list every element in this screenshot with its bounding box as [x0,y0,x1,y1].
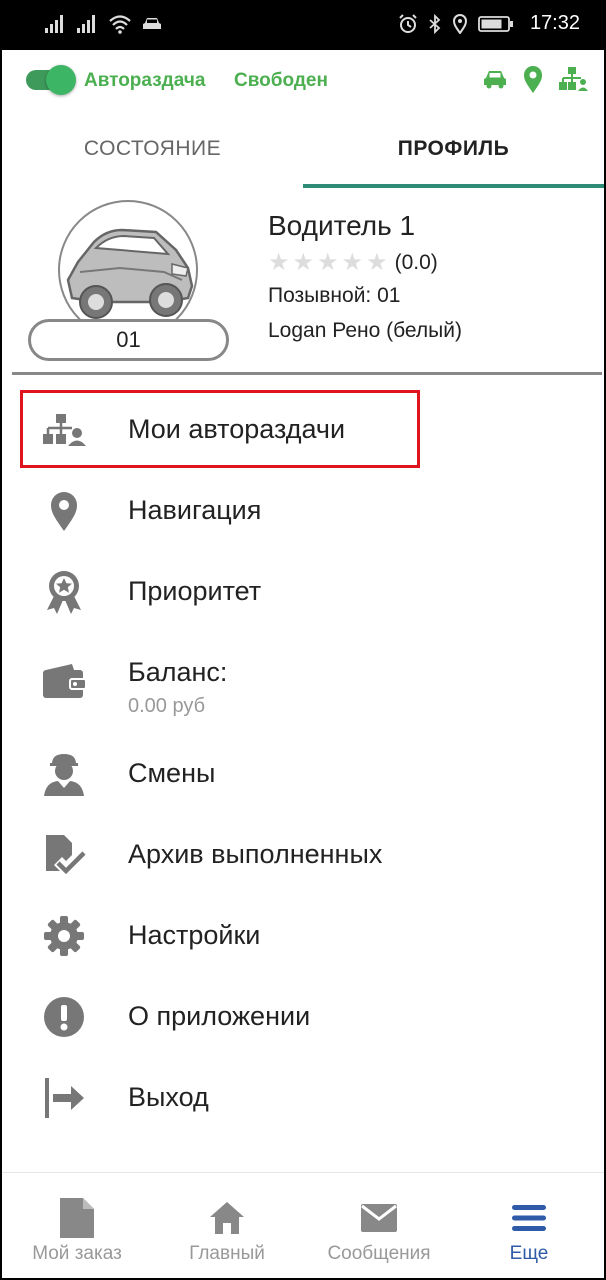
map-pin-icon[interactable] [522,64,544,94]
menu-icon [454,1197,604,1239]
alarm-icon [399,13,417,33]
menu-item-logout[interactable]: Выход [2,1056,604,1136]
tab-bar: СОСТОЯНИЕ ПРОФИЛЬ [2,110,604,188]
document-icon [2,1197,152,1239]
clock-time: 17:32 [529,12,580,34]
hierarchy-icon[interactable] [558,66,588,92]
profile-divider [12,372,602,375]
callsign-badge: 01 [28,319,229,361]
wifi-icon [109,15,131,34]
menu-item-shifts[interactable]: Смены [2,732,604,812]
driver-rating: ★ ★ ★ ★ ★ (0.0) [268,250,438,276]
star-icon: ★ [317,249,339,276]
location-pin-icon [42,489,86,533]
menu-label: Навигация [128,495,262,525]
driver-icon [42,752,86,796]
car-icon[interactable] [482,68,508,90]
wallet-icon [42,659,86,703]
menu-label: Выход [128,1082,209,1112]
menu-item-balance[interactable]: Баланс: 0.00 руб [2,631,604,731]
menu-label: О приложении [128,1001,311,1031]
signal-icon [45,15,63,33]
menu-item-archive[interactable]: Архив выполненных [2,813,604,893]
rating-value: (0.0) [394,251,438,274]
nav-label: Мой заказ [32,1243,122,1264]
archive-done-icon [42,833,86,877]
battery-icon [478,15,513,32]
nav-main[interactable]: Главный [152,1173,302,1278]
menu-label: Баланс: [128,657,228,687]
mail-icon [304,1197,454,1239]
nav-label: Сообщения [327,1243,431,1264]
bottom-navigation: Мой заказ Главный Сообщения Еще [2,1172,604,1278]
nav-my-order[interactable]: Мой заказ [2,1173,152,1278]
menu-label: Архив выполненных [128,839,383,869]
menu-label: Смены [128,758,216,788]
auto-distribution-toggle[interactable] [24,65,76,95]
tab-state[interactable]: СОСТОЯНИЕ [2,110,303,188]
star-icon: ★ [341,249,364,276]
menu-item-priority[interactable]: Приоритет [2,550,604,630]
driver-name: Водитель 1 [268,210,416,241]
menu-label: Настройки [128,920,261,950]
menu-item-about[interactable]: О приложении [2,975,604,1055]
nav-more[interactable]: Еще [454,1173,604,1278]
status-bar: 17:32 [2,2,604,50]
award-icon [42,570,86,614]
callsign-line: Позывной: 01 [268,284,401,307]
menu-label: Приоритет [128,576,262,606]
gear-icon [42,914,86,958]
tab-profile[interactable]: ПРОФИЛЬ [303,110,604,188]
car-status-icon [143,18,161,29]
bluetooth-icon [429,13,441,34]
home-icon [152,1197,302,1239]
top-icons [482,64,588,94]
star-icon: ★ [366,249,388,276]
info-exclamation-icon [42,995,86,1039]
nav-messages[interactable]: Сообщения [304,1173,454,1278]
nav-label: Главный [189,1243,265,1264]
car-model: Logan Рено (белый) [268,319,462,342]
driver-status-label[interactable]: Свободен [234,70,328,92]
toggle-knob [46,65,76,95]
app-screen: 17:32 Автораздача Свободен СОСТОЯНИЕ ПРО… [2,2,604,1278]
status-right: 17:32 [398,12,580,35]
profile-header: 01 Водитель 1 ★ ★ ★ ★ ★ (0.0) Позывной: … [2,188,604,374]
location-status-icon [452,13,467,34]
top-bar: Автораздача Свободен [2,50,604,110]
menu-item-navigation[interactable]: Навигация [2,469,604,549]
signal-icon [77,15,95,33]
auto-distribution-label: Автораздача [84,70,206,91]
star-icon: ★ [292,249,315,276]
nav-label: Еще [509,1243,549,1264]
balance-amount: 0.00 руб [128,695,206,717]
menu-item-settings[interactable]: Настройки [2,894,604,974]
highlight-box [20,390,420,468]
star-icon: ★ [268,249,290,276]
logout-icon [42,1076,86,1120]
status-left [44,14,162,34]
device-frame: 17:32 Автораздача Свободен СОСТОЯНИЕ ПРО… [0,0,606,1280]
